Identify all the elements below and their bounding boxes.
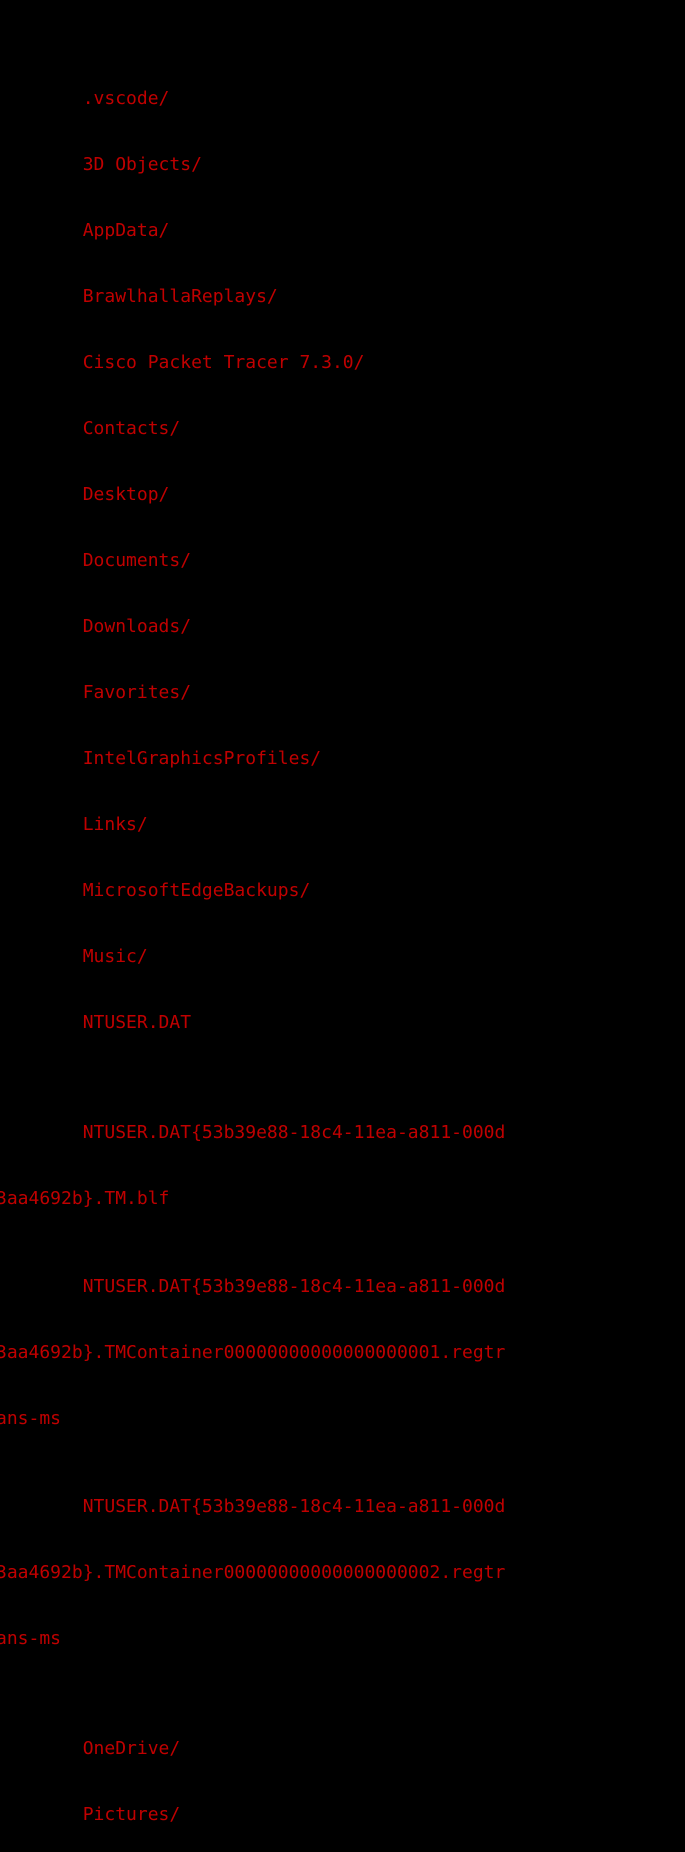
untracked-file-name: IntelGraphicsProfiles/ <box>82 748 322 769</box>
untracked-indent <box>0 88 83 109</box>
untracked-indent <box>0 352 83 373</box>
untracked-file-line: Cisco Packet Tracer 7.3.0/ <box>0 352 681 374</box>
untracked-indent <box>0 682 83 703</box>
untracked-file-name: OneDrive/ <box>82 1738 181 1759</box>
untracked-file-name: NTUSER.DAT <box>82 1012 192 1033</box>
untracked-indent <box>0 616 83 637</box>
untracked-file-line: Links/ <box>0 814 681 836</box>
untracked-file-name-continued: 3aa4692b}.TMContainer0000000000000000000… <box>0 1342 506 1363</box>
untracked-indent <box>0 814 83 835</box>
untracked-file-line: BrawlhallaReplays/ <box>0 286 681 308</box>
untracked-file-line: Downloads/ <box>0 616 681 638</box>
terminal-window[interactable]: .vscode/ 3D Objects/ AppData/ Brawlhalla… <box>0 0 685 1825</box>
untracked-file-name: MicrosoftEdgeBackups/ <box>82 880 311 901</box>
untracked-file-name: AppData/ <box>82 220 170 241</box>
untracked-file-name: 3D Objects/ <box>82 154 202 175</box>
untracked-indent <box>0 286 83 307</box>
untracked-file-name: Links/ <box>82 814 148 835</box>
untracked-indent <box>0 220 83 241</box>
untracked-indent <box>0 1012 83 1033</box>
untracked-file-name: Favorites/ <box>82 682 192 703</box>
untracked-file-line: Music/ <box>0 946 681 968</box>
untracked-file-line: IntelGraphicsProfiles/ <box>0 748 681 770</box>
untracked-file-line-wrap-continuation: 3aa4692b}.TMContainer0000000000000000000… <box>0 1342 681 1364</box>
untracked-file-line: NTUSER.DAT <box>0 1012 681 1034</box>
untracked-indent <box>0 1738 83 1759</box>
untracked-file-name: Music/ <box>82 946 148 967</box>
untracked-file-line: Desktop/ <box>0 484 681 506</box>
untracked-file-line-wrap-continuation: 3aa4692b}.TMContainer0000000000000000000… <box>0 1562 681 1584</box>
untracked-file-line: AppData/ <box>0 220 681 242</box>
untracked-file-name: NTUSER.DAT{53b39e88-18c4-11ea-a811-000d <box>0 1122 506 1143</box>
untracked-file-line: Documents/ <box>0 550 681 572</box>
untracked-file-line-wrapped: NTUSER.DAT{53b39e88-18c4-11ea-a811-000d <box>0 1122 681 1144</box>
untracked-file-line: Contacts/ <box>0 418 681 440</box>
untracked-file-line: Favorites/ <box>0 682 681 704</box>
untracked-file-name: Pictures/ <box>82 1804 181 1825</box>
untracked-file-name-continued: 3aa4692b}.TMContainer0000000000000000000… <box>0 1562 506 1583</box>
untracked-file-name-continued: 3aa4692b}.TM.blf <box>0 1188 170 1209</box>
untracked-file-name: NTUSER.DAT{53b39e88-18c4-11ea-a811-000d <box>0 1496 506 1517</box>
untracked-file-name-continued: ans-ms <box>0 1628 62 1649</box>
untracked-indent <box>0 1804 83 1825</box>
untracked-file-line: Pictures/ <box>0 1804 681 1826</box>
untracked-file-line-wrap-continuation: ans-ms <box>0 1408 681 1430</box>
untracked-indent <box>0 418 83 439</box>
untracked-file-name-continued: ans-ms <box>0 1408 62 1429</box>
untracked-file-line-wrap-continuation: ans-ms <box>0 1628 681 1650</box>
untracked-file-line: MicrosoftEdgeBackups/ <box>0 880 681 902</box>
untracked-file-name: Contacts/ <box>82 418 181 439</box>
untracked-file-name: Downloads/ <box>82 616 192 637</box>
untracked-file-line: .vscode/ <box>0 88 681 110</box>
untracked-file-line-wrap-continuation: 3aa4692b}.TM.blf <box>0 1188 681 1210</box>
untracked-indent <box>0 154 83 175</box>
untracked-indent <box>0 946 83 967</box>
untracked-indent <box>0 748 83 769</box>
untracked-file-name: .vscode/ <box>82 88 170 109</box>
untracked-file-name: Cisco Packet Tracer 7.3.0/ <box>82 352 365 373</box>
untracked-file-line-wrapped: NTUSER.DAT{53b39e88-18c4-11ea-a811-000d <box>0 1496 681 1518</box>
untracked-file-name: Desktop/ <box>82 484 170 505</box>
untracked-file-line: 3D Objects/ <box>0 154 681 176</box>
untracked-file-name: BrawlhallaReplays/ <box>82 286 278 307</box>
untracked-file-name: Documents/ <box>82 550 192 571</box>
untracked-file-line: OneDrive/ <box>0 1738 681 1760</box>
untracked-indent <box>0 484 83 505</box>
untracked-indent <box>0 550 83 571</box>
untracked-indent <box>0 880 83 901</box>
untracked-file-name: NTUSER.DAT{53b39e88-18c4-11ea-a811-000d <box>0 1276 506 1297</box>
untracked-file-line-wrapped: NTUSER.DAT{53b39e88-18c4-11ea-a811-000d <box>0 1276 681 1298</box>
